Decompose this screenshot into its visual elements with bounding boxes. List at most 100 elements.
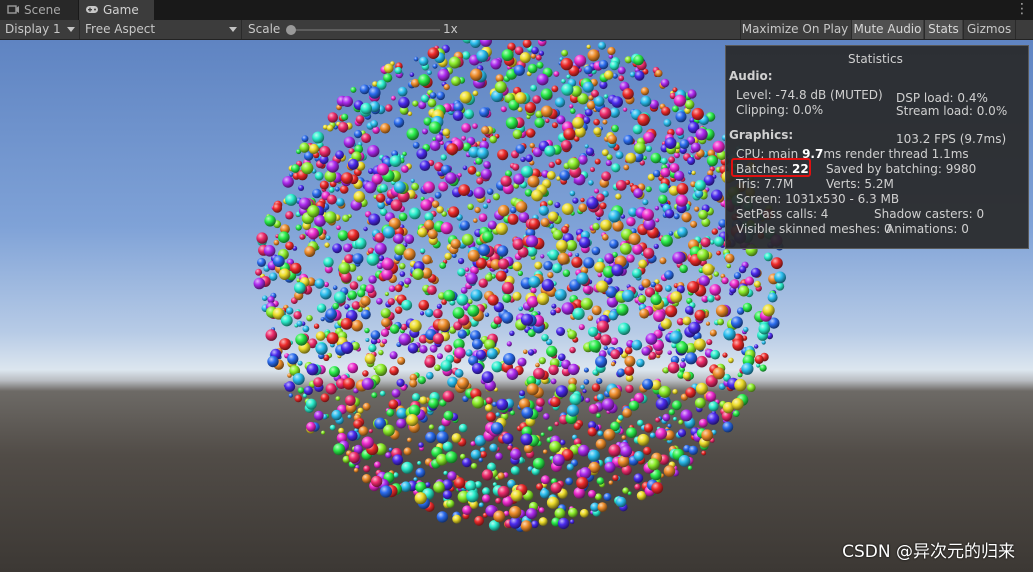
sphere xyxy=(572,307,585,320)
sphere xyxy=(643,131,655,144)
sphere xyxy=(622,408,632,418)
maximize-on-play-button[interactable]: Maximize On Play xyxy=(740,20,849,39)
sphere xyxy=(561,83,574,96)
mute-audio-button[interactable]: Mute Audio xyxy=(851,20,923,39)
sphere xyxy=(514,92,527,104)
sphere xyxy=(326,160,339,173)
sphere xyxy=(380,328,390,337)
sphere xyxy=(442,390,455,403)
more-options-icon[interactable]: ⋮ xyxy=(1015,0,1029,18)
sphere xyxy=(538,357,546,365)
sphere xyxy=(478,244,490,256)
sphere xyxy=(391,388,401,398)
sphere xyxy=(733,272,742,280)
sphere xyxy=(392,454,404,466)
sphere xyxy=(594,158,601,165)
sphere xyxy=(510,207,517,214)
sphere xyxy=(597,272,603,278)
sphere xyxy=(399,271,406,277)
sphere xyxy=(593,127,602,136)
sphere xyxy=(443,470,448,476)
sphere xyxy=(580,384,585,390)
sphere xyxy=(633,54,644,66)
watermark: CSDN @异次元的归来 xyxy=(842,542,1015,562)
sphere xyxy=(339,185,349,194)
tab-scene[interactable]: Scene xyxy=(0,0,78,20)
sphere xyxy=(286,307,294,315)
sphere xyxy=(527,175,540,188)
sphere xyxy=(423,219,435,231)
sphere xyxy=(653,243,659,249)
sphere xyxy=(690,142,701,153)
sphere xyxy=(561,78,566,84)
sphere xyxy=(368,275,377,284)
sphere xyxy=(660,167,671,178)
sphere xyxy=(457,377,469,390)
sphere xyxy=(501,281,514,295)
tab-game[interactable]: Game xyxy=(79,0,154,20)
sphere xyxy=(687,281,700,294)
sphere xyxy=(763,252,773,262)
sphere xyxy=(278,268,291,280)
sphere xyxy=(326,124,334,132)
stats-button[interactable]: Stats xyxy=(924,20,962,39)
sphere xyxy=(561,49,568,57)
sphere xyxy=(478,457,483,463)
sphere xyxy=(664,270,674,280)
sphere xyxy=(347,362,359,374)
sphere xyxy=(717,318,724,326)
sphere xyxy=(391,95,396,101)
sphere xyxy=(611,124,619,133)
sphere xyxy=(515,201,528,213)
sphere xyxy=(368,86,381,99)
sphere xyxy=(774,271,786,284)
sphere xyxy=(596,393,605,401)
sphere xyxy=(473,218,478,223)
sphere xyxy=(457,268,466,277)
scale-slider-track[interactable] xyxy=(290,29,440,31)
animations: Animations: 0 xyxy=(886,222,969,236)
sphere xyxy=(716,250,721,256)
sphere xyxy=(320,393,330,403)
sphere xyxy=(267,355,279,368)
display-dropdown[interactable]: Display 1 xyxy=(0,20,80,39)
sphere xyxy=(658,183,669,193)
sphere xyxy=(626,427,637,438)
sphere xyxy=(674,170,685,181)
sphere xyxy=(282,176,294,188)
sphere xyxy=(419,345,428,354)
aspect-dropdown[interactable]: Free Aspect xyxy=(80,20,242,39)
sphere xyxy=(467,304,480,317)
sphere xyxy=(313,377,324,388)
setpass-calls: SetPass calls: 4 xyxy=(736,207,829,221)
sphere xyxy=(325,235,331,241)
sphere xyxy=(610,337,619,346)
sphere xyxy=(603,428,616,441)
sphere xyxy=(305,398,317,410)
sphere xyxy=(438,425,446,433)
sphere xyxy=(576,272,589,285)
scale-slider-handle[interactable] xyxy=(286,25,296,35)
sphere xyxy=(287,353,299,365)
sphere xyxy=(633,473,644,484)
sphere xyxy=(432,333,444,345)
sphere xyxy=(596,320,610,333)
sphere xyxy=(668,156,675,164)
sphere xyxy=(418,74,431,87)
sphere xyxy=(481,126,490,135)
audio-level: Level: -74.8 dB (MUTED) xyxy=(736,88,883,102)
gizmos-button[interactable]: Gizmos xyxy=(963,20,1015,39)
sphere xyxy=(585,147,595,156)
sphere xyxy=(544,145,556,157)
sphere xyxy=(454,368,464,378)
gizmos-dropdown[interactable] xyxy=(1015,20,1033,39)
sphere xyxy=(462,51,471,60)
sphere xyxy=(401,461,414,474)
chevron-down-icon xyxy=(67,27,75,32)
sphere xyxy=(509,506,522,519)
sphere xyxy=(732,410,740,417)
sphere xyxy=(366,253,379,266)
sphere xyxy=(730,316,743,329)
sphere xyxy=(591,246,601,256)
sphere xyxy=(688,321,701,335)
